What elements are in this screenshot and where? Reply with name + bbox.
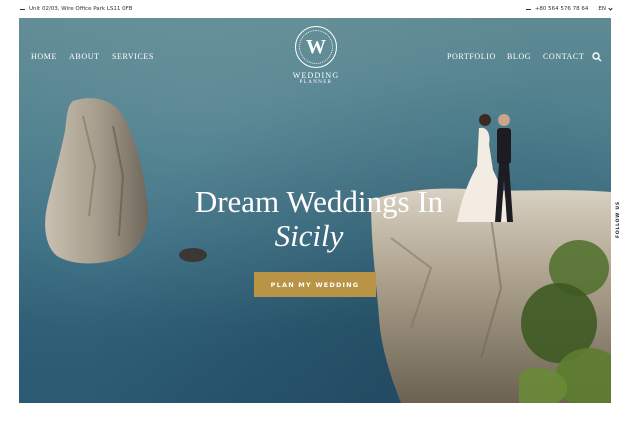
top-bar: Unit 02/03, Wire Office Park LS11 0FB +8…: [0, 0, 630, 18]
search-icon[interactable]: [592, 52, 602, 62]
follow-us-label: FOLLOW US: [616, 201, 621, 238]
logo[interactable]: W WEDDING PLANNER: [293, 26, 339, 85]
page: Unit 02/03, Wire Office Park LS11 0FB +8…: [0, 0, 630, 421]
hero-title-line2: Sicily: [274, 218, 344, 253]
logo-letter: W: [306, 36, 326, 58]
follow-us-tab[interactable]: FOLLOW US: [611, 196, 630, 256]
address-text: Unit 02/03, Wire Office Park LS11 0FB: [29, 6, 133, 12]
hero-title-line1: Dream Weddings In: [194, 184, 444, 219]
sea-stack-rock: [45, 98, 149, 264]
nav-portfolio[interactable]: PORTFOLIO: [447, 52, 496, 61]
logo-line2: PLANNER: [299, 80, 333, 85]
topbar-right: +80 564 576 78 64 EN: [525, 5, 613, 12]
nav-about[interactable]: ABOUT: [69, 52, 100, 61]
chevron-down-icon: [608, 5, 613, 11]
nav-blog[interactable]: BLOG: [507, 52, 531, 61]
phone-text: +80 564 576 78 64: [534, 6, 589, 12]
language-label: EN: [598, 6, 606, 12]
dash-icon: [525, 8, 531, 10]
topbar-address: Unit 02/03, Wire Office Park LS11 0FB: [20, 6, 133, 12]
logo-line1: WEDDING: [292, 71, 340, 80]
foliage: [519, 240, 611, 403]
plan-my-wedding-button[interactable]: PLAN MY WEDDING: [254, 272, 376, 297]
nav-contact[interactable]: CONTACT: [543, 52, 584, 61]
hero-headline: Dream Weddings In Sicily: [169, 186, 469, 253]
topbar-phone[interactable]: +80 564 576 78 64: [525, 6, 589, 12]
language-selector[interactable]: EN: [598, 5, 613, 12]
logo-emblem: W: [295, 26, 337, 68]
nav-services[interactable]: SERVICES: [112, 52, 154, 61]
main-nav: HOME ABOUT SERVICES W WEDDING PLANNER PO…: [19, 18, 611, 98]
dash-icon: [20, 8, 25, 10]
hero-banner: HOME ABOUT SERVICES W WEDDING PLANNER PO…: [19, 18, 611, 403]
nav-home[interactable]: HOME: [31, 52, 57, 61]
